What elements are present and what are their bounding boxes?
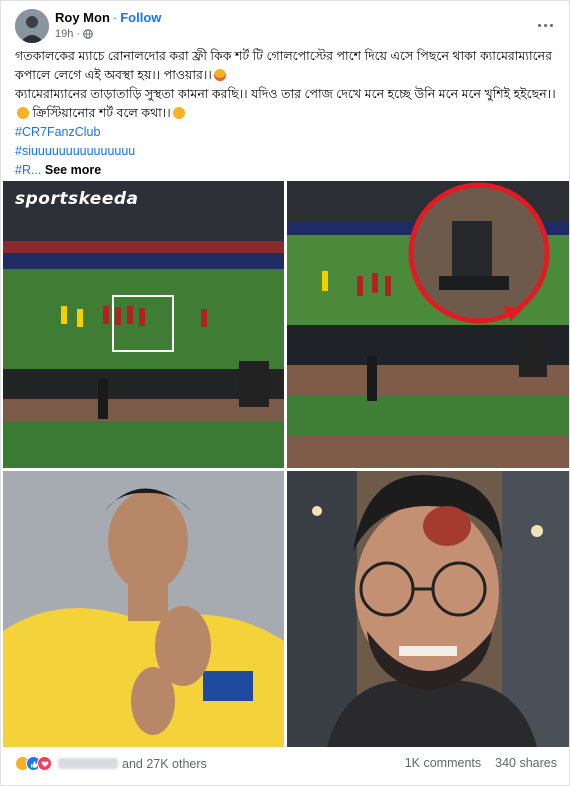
reaction-count: and 27K others [122,756,207,771]
post-meta: 19h · [55,28,93,40]
more-dots-icon[interactable] [535,17,555,33]
post-time[interactable]: 19h [55,28,73,40]
truncated-line: #R... See more [15,163,101,177]
comments-count[interactable]: 1K comments [405,756,481,770]
tired-emoji-icon [17,107,29,119]
reactions-summary[interactable]: and 27K others [15,756,207,771]
photo-camera-circled[interactable] [287,181,569,468]
tired-emoji-icon [172,107,185,119]
author-name[interactable]: Roy Mon [55,10,110,25]
author-line: Roy Mon · Follow [55,10,161,25]
shares-count[interactable]: 340 shares [495,756,557,770]
avatar[interactable] [15,9,49,43]
photo-injured-cameraman[interactable] [287,471,569,747]
hashtag-link[interactable]: #R... [15,163,41,177]
photo-stadium-freekick[interactable]: sportskeeda [3,181,284,468]
see-more-button[interactable]: See more [45,163,101,177]
separator-dot: · [112,10,118,25]
sad-emoji-icon [213,69,226,81]
post-text-line-1: গতকালকের ম্যাচে রোনালদোর করা ফ্রী কিক শর… [15,49,552,82]
post-card: Roy Mon · Follow 19h · গতকালকের ম্যাচে রোন… [0,0,570,786]
post-body: গতকালকের ম্যাচে রোনালদোর করা ফ্রী কিক শর… [15,47,563,180]
hashtag-link[interactable]: #CR7FanzClub [15,123,563,142]
sportskeeda-watermark: sportskeeda [15,189,139,209]
post-header: Roy Mon · Follow 19h · [13,9,559,45]
post-text-line-2: ক্যামেরাম্যানের তাড়াতাড়ি সুস্থতা কামনা… [15,87,556,120]
globe-icon [83,29,93,39]
photo-grid: sportskeeda [3,181,569,747]
follow-button[interactable]: Follow [120,10,161,25]
hashtag-link[interactable]: #siuuuuuuuuuuuuuuu [15,142,563,161]
blurred-reactor-name [58,758,118,769]
photo-player-portrait[interactable] [3,471,284,747]
engagement-counts: 1K comments 340 shares [405,756,557,770]
post-footer: and 27K others 1K comments 340 shares [15,753,559,775]
meta-dot: · [76,28,81,40]
love-reaction-icon [37,756,52,771]
